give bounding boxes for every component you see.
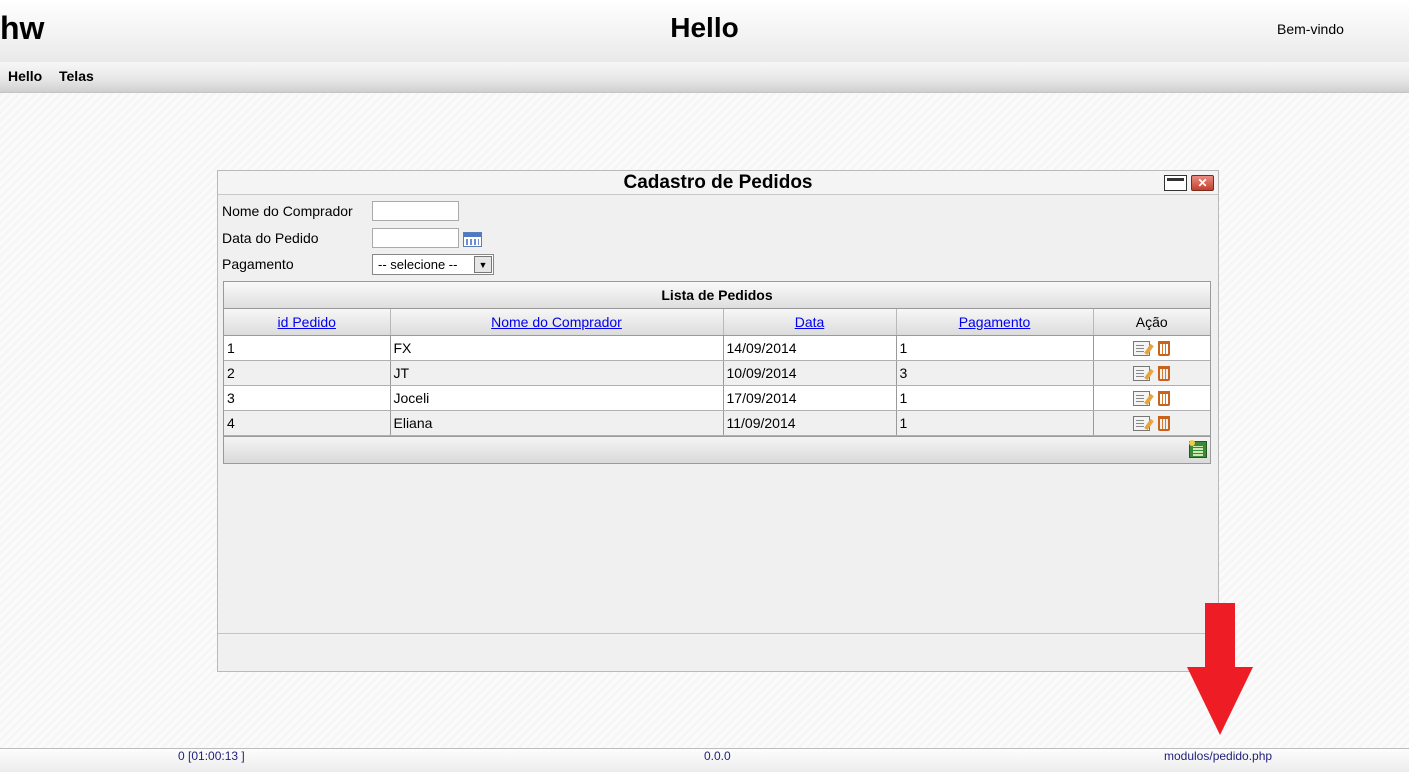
trash-icon[interactable] bbox=[1158, 415, 1171, 431]
payment-label: Pagamento bbox=[222, 256, 294, 272]
grid-caption: Lista de Pedidos bbox=[224, 282, 1210, 309]
cell-id: 3 bbox=[224, 385, 391, 411]
column-header-id[interactable]: id Pedido bbox=[224, 309, 391, 336]
cell-date: 11/09/2014 bbox=[723, 410, 897, 436]
version-text: 0.0.0 bbox=[704, 749, 731, 763]
cell-id: 4 bbox=[224, 410, 391, 436]
cell-payment: 1 bbox=[896, 410, 1094, 436]
column-header-buyer[interactable]: Nome do Comprador bbox=[390, 309, 724, 336]
cell-buyer: FX bbox=[390, 335, 724, 361]
window-status-divider bbox=[218, 633, 1218, 634]
maximize-icon[interactable] bbox=[1164, 175, 1187, 191]
edit-icon[interactable] bbox=[1133, 365, 1151, 381]
edit-icon[interactable] bbox=[1133, 415, 1151, 431]
cell-actions bbox=[1093, 385, 1210, 411]
orders-grid: Lista de Pedidos id Pedido Nome do Compr… bbox=[223, 281, 1211, 464]
cell-actions bbox=[1093, 360, 1210, 386]
buyer-label: Nome do Comprador bbox=[222, 203, 353, 219]
sort-link-id[interactable]: id Pedido bbox=[278, 314, 336, 330]
cell-buyer: JT bbox=[390, 360, 724, 386]
column-header-date[interactable]: Data bbox=[723, 309, 897, 336]
status-bar: 0 [01:00:13 ] 0.0.0 modulos/pedido.php bbox=[0, 748, 1409, 772]
grid-footer bbox=[224, 435, 1210, 463]
page-title: Hello bbox=[670, 12, 739, 43]
buyer-input[interactable] bbox=[372, 201, 459, 221]
cell-payment: 3 bbox=[896, 360, 1094, 386]
add-record-icon[interactable] bbox=[1189, 439, 1207, 458]
cell-payment: 1 bbox=[896, 385, 1094, 411]
annotation-arrow-icon bbox=[1187, 603, 1253, 735]
trash-icon[interactable] bbox=[1158, 340, 1171, 356]
cell-id: 1 bbox=[224, 335, 391, 361]
payment-selected-value: -- selecione -- bbox=[378, 257, 458, 272]
column-header-action: Ação bbox=[1093, 309, 1210, 336]
table-row: 2 JT 10/09/2014 3 bbox=[224, 360, 1210, 386]
orders-table: id Pedido Nome do Comprador Data Pagamen… bbox=[224, 309, 1210, 436]
orders-window: Cadastro de Pedidos ✕ Nome do Comprador … bbox=[217, 170, 1219, 672]
cell-actions bbox=[1093, 335, 1210, 361]
top-header: hw Hello Bem-vindo bbox=[0, 0, 1409, 62]
edit-icon[interactable] bbox=[1133, 340, 1151, 356]
cell-date: 14/09/2014 bbox=[723, 335, 897, 361]
table-row: 4 Eliana 11/09/2014 1 bbox=[224, 410, 1210, 436]
current-module-path: modulos/pedido.php bbox=[1164, 749, 1273, 763]
cell-payment: 1 bbox=[896, 335, 1094, 361]
edit-icon[interactable] bbox=[1133, 390, 1151, 406]
table-row: 3 Joceli 17/09/2014 1 bbox=[224, 385, 1210, 411]
session-timer: 0 [01:00:13 ] bbox=[178, 749, 245, 763]
sort-link-date[interactable]: Data bbox=[795, 314, 825, 330]
table-row: 1 FX 14/09/2014 1 bbox=[224, 335, 1210, 361]
sort-link-payment[interactable]: Pagamento bbox=[959, 314, 1031, 330]
welcome-text: Bem-vindo bbox=[1277, 21, 1344, 37]
payment-select[interactable]: -- selecione -- ▼ bbox=[372, 254, 494, 275]
cell-id: 2 bbox=[224, 360, 391, 386]
cell-date: 17/09/2014 bbox=[723, 385, 897, 411]
sort-link-buyer[interactable]: Nome do Comprador bbox=[491, 314, 622, 330]
chevron-down-icon[interactable]: ▼ bbox=[474, 256, 492, 273]
close-icon[interactable]: ✕ bbox=[1191, 175, 1214, 191]
cell-buyer: Joceli bbox=[390, 385, 724, 411]
column-header-payment[interactable]: Pagamento bbox=[896, 309, 1094, 336]
date-label: Data do Pedido bbox=[222, 230, 319, 246]
menu-item-hello[interactable]: Hello bbox=[8, 68, 42, 84]
cell-actions bbox=[1093, 410, 1210, 436]
table-header-row: id Pedido Nome do Comprador Data Pagamen… bbox=[224, 309, 1210, 336]
menu-bar: Hello Telas bbox=[0, 62, 1409, 93]
trash-icon[interactable] bbox=[1158, 390, 1171, 406]
window-title: Cadastro de Pedidos bbox=[218, 171, 1218, 195]
cell-date: 10/09/2014 bbox=[723, 360, 897, 386]
date-input[interactable] bbox=[372, 228, 459, 248]
calendar-icon[interactable] bbox=[463, 232, 482, 247]
trash-icon[interactable] bbox=[1158, 365, 1171, 381]
cell-buyer: Eliana bbox=[390, 410, 724, 436]
menu-item-telas[interactable]: Telas bbox=[59, 68, 94, 84]
